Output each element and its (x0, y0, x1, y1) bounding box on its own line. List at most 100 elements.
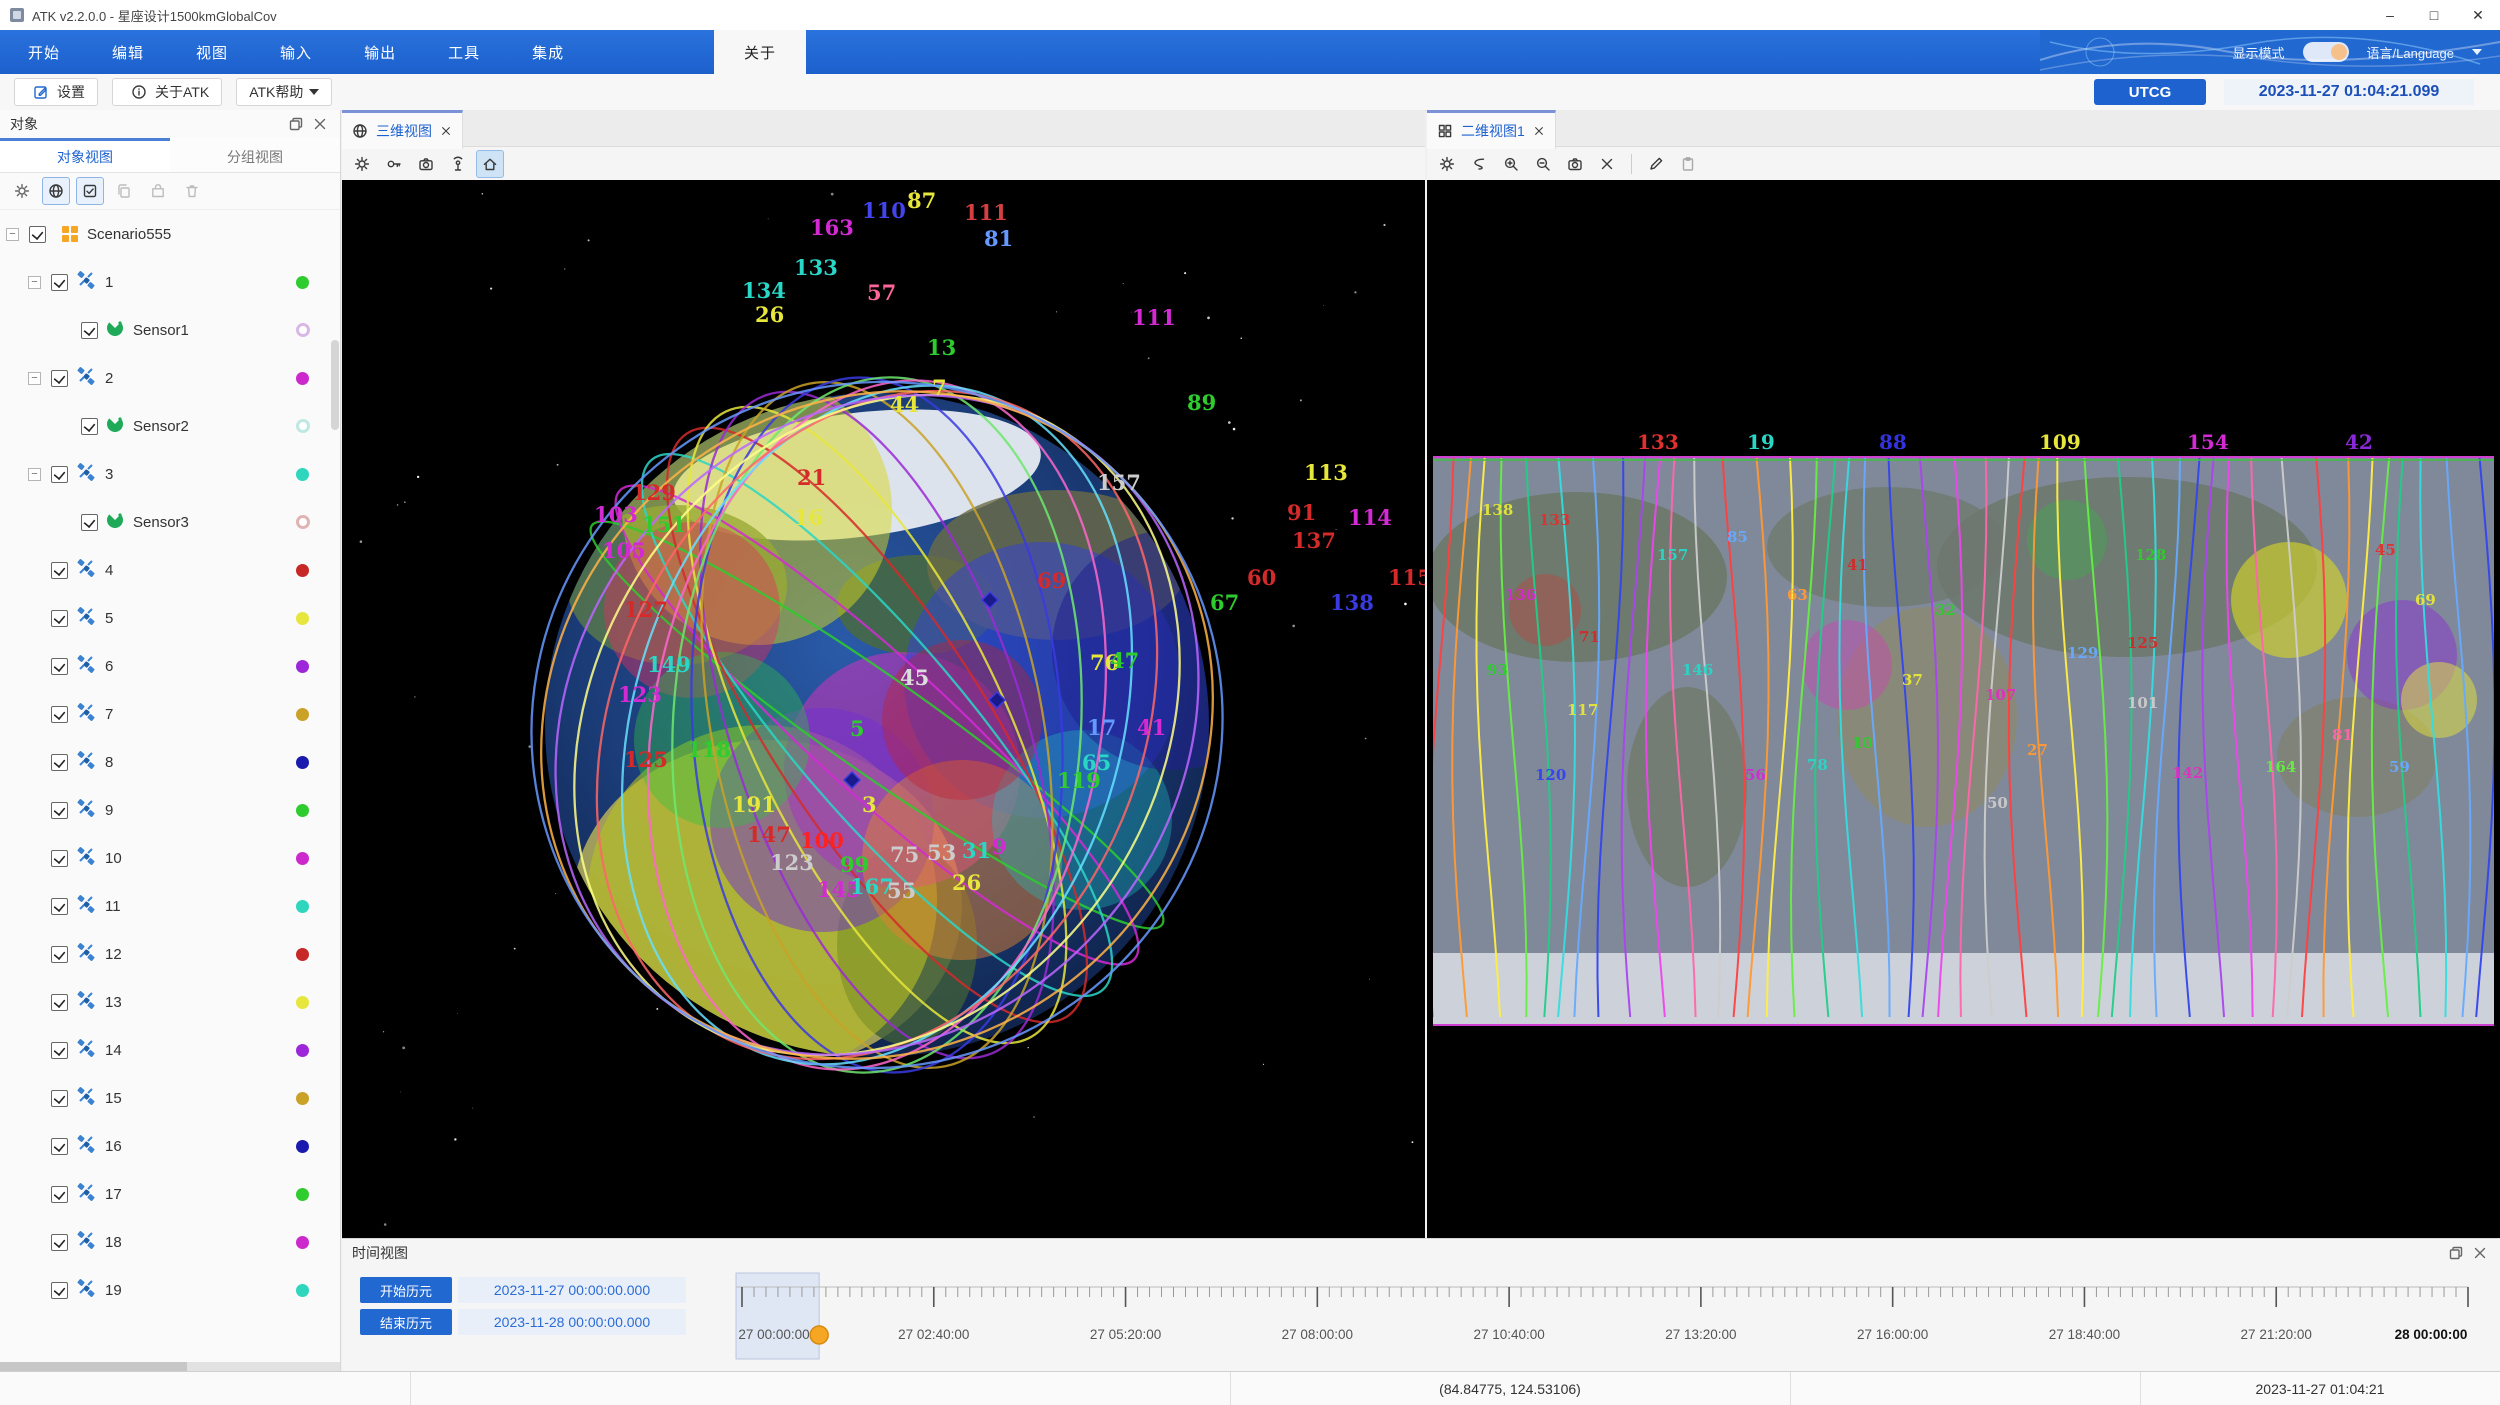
object-panel-tab-0[interactable]: 对象视图 (0, 138, 170, 172)
expander-icon[interactable]: − (28, 372, 41, 385)
expander-icon[interactable]: − (6, 228, 19, 241)
tree-item-sensor3[interactable]: Sensor3 (0, 498, 330, 546)
mode-toggle[interactable] (2303, 42, 2349, 62)
tree-item-satellite-14[interactable]: 14 (0, 1026, 330, 1074)
visibility-checkbox[interactable] (81, 514, 98, 531)
visibility-checkbox[interactable] (51, 610, 68, 627)
visibility-checkbox[interactable] (51, 1282, 68, 1299)
menu-item-2[interactable]: 视图 (196, 42, 228, 63)
tree-item-satellite-1[interactable]: −1 (0, 258, 330, 306)
pencil-tool-button[interactable] (1642, 150, 1670, 178)
tree-item-satellite-5[interactable]: 5 (0, 594, 330, 642)
tree-item-satellite-10[interactable]: 10 (0, 834, 330, 882)
visibility-checkbox[interactable] (51, 370, 68, 387)
tree-item-label: 14 (105, 1042, 122, 1059)
tree-item-satellite-12[interactable]: 12 (0, 930, 330, 978)
time-ruler[interactable]: 27 00:00:0027 02:40:0027 05:20:0027 08:0… (734, 1269, 2476, 1368)
expander-icon[interactable]: − (28, 276, 41, 289)
maximize-button[interactable]: □ (2412, 0, 2456, 30)
tree-item-satellite-17[interactable]: 17 (0, 1170, 330, 1218)
visibility-checkbox[interactable] (81, 418, 98, 435)
tree-item-satellite-13[interactable]: 13 (0, 978, 330, 1026)
zoomout-tool-button[interactable] (1529, 150, 1557, 178)
visibility-checkbox[interactable] (51, 802, 68, 819)
tree-item-satellite-8[interactable]: 8 (0, 738, 330, 786)
visibility-checkbox[interactable] (51, 1090, 68, 1107)
visibility-checkbox[interactable] (51, 466, 68, 483)
xmark-tool-button[interactable] (1593, 150, 1621, 178)
tree-item-satellite-11[interactable]: 11 (0, 882, 330, 930)
expander-icon[interactable]: − (28, 468, 41, 481)
visibility-checkbox[interactable] (51, 898, 68, 915)
menu-item-4[interactable]: 输出 (364, 42, 396, 63)
visibility-checkbox[interactable] (51, 1138, 68, 1155)
globe-tool-icon[interactable] (42, 177, 70, 205)
tree-item-satellite-7[interactable]: 7 (0, 690, 330, 738)
camera-tool-button[interactable] (412, 150, 440, 178)
visibility-checkbox[interactable] (51, 994, 68, 1011)
close-tab-icon[interactable] (1533, 125, 1545, 137)
close-button[interactable]: ✕ (2456, 0, 2500, 30)
float-panel-icon[interactable] (2446, 1243, 2466, 1263)
check-tool-icon[interactable] (76, 177, 104, 205)
tree-item-sensor2[interactable]: Sensor2 (0, 402, 330, 450)
about-atk-button[interactable]: 关于ATK (112, 78, 222, 106)
gear-tool-icon[interactable] (8, 177, 36, 205)
gear-tool-button[interactable] (1433, 150, 1461, 178)
minimize-button[interactable]: – (2368, 0, 2412, 30)
close-panel-icon[interactable] (310, 114, 330, 134)
visibility-checkbox[interactable] (51, 274, 68, 291)
menu-tab-about[interactable]: 关于 (714, 30, 806, 74)
visibility-checkbox[interactable] (29, 226, 46, 243)
menu-item-0[interactable]: 开始 (28, 42, 60, 63)
object-panel-tab-1[interactable]: 分组视图 (170, 138, 340, 172)
tree-item-satellite-19[interactable]: 19 (0, 1266, 330, 1314)
visibility-checkbox[interactable] (51, 1186, 68, 1203)
tree-item-satellite-2[interactable]: −2 (0, 354, 330, 402)
visibility-checkbox[interactable] (51, 658, 68, 675)
tree-item-scenario[interactable]: −Scenario555 (0, 210, 330, 258)
view3d-canvas[interactable]: 1108711116357133268111189137157671139113… (342, 180, 1425, 1238)
camera-tool-button[interactable] (1561, 150, 1589, 178)
view3d-tab[interactable]: 三维视图 (342, 110, 463, 149)
menu-item-5[interactable]: 工具 (448, 42, 480, 63)
tree-item-sensor1[interactable]: Sensor1 (0, 306, 330, 354)
view2d-canvas[interactable]: 1331988109154421381331578513693117634132… (1427, 180, 2500, 1238)
visibility-checkbox[interactable] (51, 850, 68, 867)
float-panel-icon[interactable] (286, 114, 306, 134)
tree-item-satellite-18[interactable]: 18 (0, 1218, 330, 1266)
track-color-dot (296, 419, 310, 433)
view2d-tab[interactable]: 二维视图1 (1427, 110, 1556, 149)
tree-item-satellite-6[interactable]: 6 (0, 642, 330, 690)
scurve-tool-button[interactable] (1465, 150, 1493, 178)
start-epoch-value[interactable]: 2023-11-27 00:00:00.000 (458, 1277, 686, 1303)
time-system-button[interactable]: UTCG (2094, 79, 2206, 105)
antenna-tool-button[interactable] (444, 150, 472, 178)
visibility-checkbox[interactable] (51, 1042, 68, 1059)
menu-item-6[interactable]: 集成 (532, 42, 564, 63)
visibility-checkbox[interactable] (51, 946, 68, 963)
settings-button[interactable]: 设置 (14, 78, 98, 106)
visibility-checkbox[interactable] (81, 322, 98, 339)
tree-item-satellite-16[interactable]: 16 (0, 1122, 330, 1170)
visibility-checkbox[interactable] (51, 706, 68, 723)
tree-item-satellite-9[interactable]: 9 (0, 786, 330, 834)
tree-item-satellite-15[interactable]: 15 (0, 1074, 330, 1122)
close-panel-icon[interactable] (2470, 1243, 2490, 1263)
menu-item-1[interactable]: 编辑 (112, 42, 144, 63)
language-selector-label[interactable]: 语言/Language (2367, 43, 2454, 62)
menu-item-3[interactable]: 输入 (280, 42, 312, 63)
key-tool-button[interactable] (380, 150, 408, 178)
close-tab-icon[interactable] (440, 125, 452, 137)
zoomin-tool-button[interactable] (1497, 150, 1525, 178)
tree-vertical-scrollbar[interactable] (331, 340, 339, 430)
atk-help-button[interactable]: ATK帮助 (236, 78, 332, 106)
gear-tool-button[interactable] (348, 150, 376, 178)
tree-item-satellite-4[interactable]: 4 (0, 546, 330, 594)
visibility-checkbox[interactable] (51, 754, 68, 771)
end-epoch-value[interactable]: 2023-11-28 00:00:00.000 (458, 1309, 686, 1335)
home-tool-button[interactable] (476, 150, 504, 178)
tree-item-satellite-3[interactable]: −3 (0, 450, 330, 498)
visibility-checkbox[interactable] (51, 1234, 68, 1251)
visibility-checkbox[interactable] (51, 562, 68, 579)
